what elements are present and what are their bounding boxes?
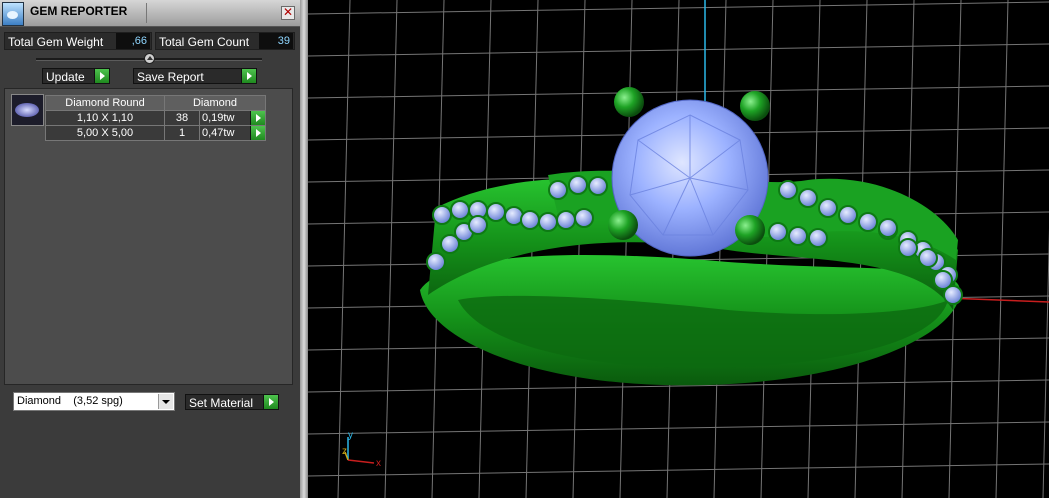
- table-row[interactable]: 5,00 X 5,00 1 0,47tw: [45, 125, 266, 141]
- pave-stone: [898, 238, 918, 258]
- play-arrow-icon: [263, 395, 278, 409]
- gem-reporter-panel: GEM REPORTER ✕ Total Gem Weight ,66 Tota…: [0, 0, 300, 498]
- total-gem-weight-text: Total Gem Weight: [8, 35, 104, 49]
- pave-stone: [538, 212, 558, 232]
- gem-table: Diamond Round Diamond 1,10 X 1,10 38 0,1…: [45, 95, 266, 141]
- prong: [608, 210, 638, 240]
- gizmo-x-label: x: [376, 458, 381, 469]
- pave-stone: [808, 228, 828, 248]
- panel-splitter[interactable]: [300, 0, 308, 498]
- pave-stone: [520, 210, 540, 230]
- gem-weight-text: 0,47tw: [202, 127, 235, 139]
- pave-stone: [943, 285, 963, 305]
- grid-line: [384, 0, 398, 498]
- grid-line: [308, 43, 1049, 57]
- save-report-button-label: Save Report: [137, 70, 204, 84]
- pave-stone: [788, 226, 808, 246]
- play-arrow-icon: [241, 69, 256, 83]
- gizmo-z-label: z: [342, 446, 347, 457]
- pave-stone: [450, 200, 470, 220]
- grid-line: [619, 0, 633, 498]
- total-gem-count-value: 39: [259, 33, 293, 49]
- update-button[interactable]: Update: [42, 68, 110, 84]
- pave-stone: [588, 176, 608, 196]
- update-button-label: Update: [46, 70, 85, 84]
- save-report-button[interactable]: Save Report: [133, 68, 257, 84]
- total-gem-count-text: Total Gem Count: [159, 35, 250, 49]
- gem-count-cell: 38: [164, 110, 200, 126]
- column-header-material: Diamond: [164, 95, 266, 111]
- prong: [735, 215, 765, 245]
- gem-count-cell: 1: [164, 125, 200, 141]
- pave-stone: [432, 205, 452, 225]
- play-arrow-icon: [94, 69, 109, 83]
- grid-line: [308, 463, 1049, 477]
- material-dropdown[interactable]: Diamond (3,52 spg): [13, 392, 175, 411]
- viewport-canvas: y z x: [308, 0, 1049, 498]
- material-dropdown-value: Diamond (3,52 spg): [17, 395, 123, 407]
- pave-stone: [858, 212, 878, 232]
- gem-reporter-icon: [2, 2, 24, 26]
- title-divider: [146, 3, 147, 23]
- prong: [614, 87, 644, 117]
- title-bar: GEM REPORTER ✕: [0, 0, 300, 27]
- pave-stone: [468, 215, 488, 235]
- pave-stone: [486, 202, 506, 222]
- gem-weight-cell: 0,47tw: [199, 125, 266, 141]
- grid-line: [308, 421, 1049, 435]
- axis-gizmo: y z x: [342, 430, 381, 469]
- close-button[interactable]: ✕: [281, 6, 295, 20]
- total-gem-weight-value: ,66: [116, 33, 150, 49]
- grid-line: [308, 85, 1049, 99]
- set-material-button[interactable]: Set Material: [185, 394, 279, 410]
- pave-stone: [574, 208, 594, 228]
- grid-line: [337, 0, 351, 498]
- panel-title: GEM REPORTER: [30, 4, 128, 18]
- 3d-viewport[interactable]: y z x: [308, 0, 1049, 498]
- slider-handle[interactable]: [144, 53, 155, 64]
- pave-stone: [548, 180, 568, 200]
- table-row[interactable]: 1,10 X 1,10 38 0,19tw: [45, 110, 266, 126]
- pave-stone: [568, 175, 588, 195]
- prong: [740, 91, 770, 121]
- gem-size-cell: 1,10 X 1,10: [45, 110, 165, 126]
- pave-stone: [778, 180, 798, 200]
- grid-line: [1042, 228, 1049, 498]
- gem-size-cell: 5,00 X 5,00: [45, 125, 165, 141]
- gem-weight-cell: 0,19tw: [199, 110, 266, 126]
- pave-stone: [818, 198, 838, 218]
- table-header-row: Diamond Round Diamond: [45, 95, 266, 111]
- row-select-arrow-icon[interactable]: [250, 126, 265, 140]
- ring-model[interactable]: [420, 87, 963, 386]
- pave-stone: [798, 188, 818, 208]
- pave-stone: [426, 252, 446, 272]
- grid-line: [572, 0, 586, 498]
- pave-stone: [768, 222, 788, 242]
- gizmo-y-label: y: [348, 430, 353, 441]
- gem-weight-text: 0,19tw: [202, 112, 235, 124]
- pave-stone: [918, 248, 938, 268]
- set-material-button-label: Set Material: [189, 396, 254, 410]
- pave-stone: [556, 210, 576, 230]
- gem-list: Diamond Round Diamond 1,10 X 1,10 38 0,1…: [4, 88, 293, 385]
- column-header-shape: Diamond Round: [45, 95, 165, 111]
- row-select-arrow-icon[interactable]: [250, 111, 265, 125]
- pave-stone: [878, 218, 898, 238]
- round-diamond-icon[interactable]: [11, 94, 44, 126]
- pave-stone: [838, 205, 858, 225]
- chevron-down-icon[interactable]: [158, 394, 173, 409]
